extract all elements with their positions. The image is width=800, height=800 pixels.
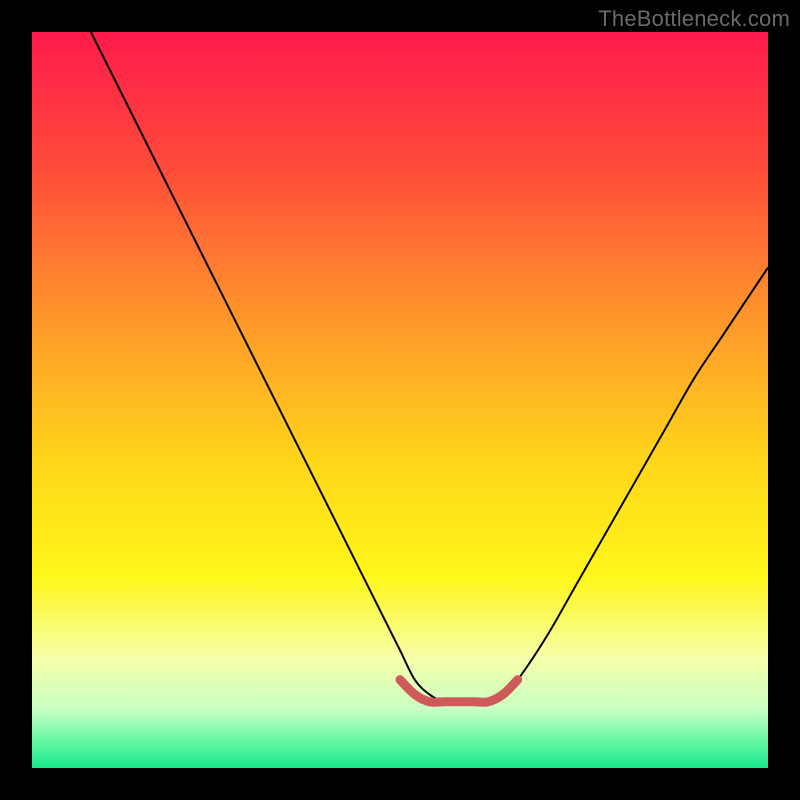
chart-container: TheBottleneck.com bbox=[0, 0, 800, 800]
bottleneck-chart bbox=[32, 32, 768, 768]
watermark-text: TheBottleneck.com bbox=[598, 6, 790, 32]
gradient-background bbox=[32, 32, 768, 768]
